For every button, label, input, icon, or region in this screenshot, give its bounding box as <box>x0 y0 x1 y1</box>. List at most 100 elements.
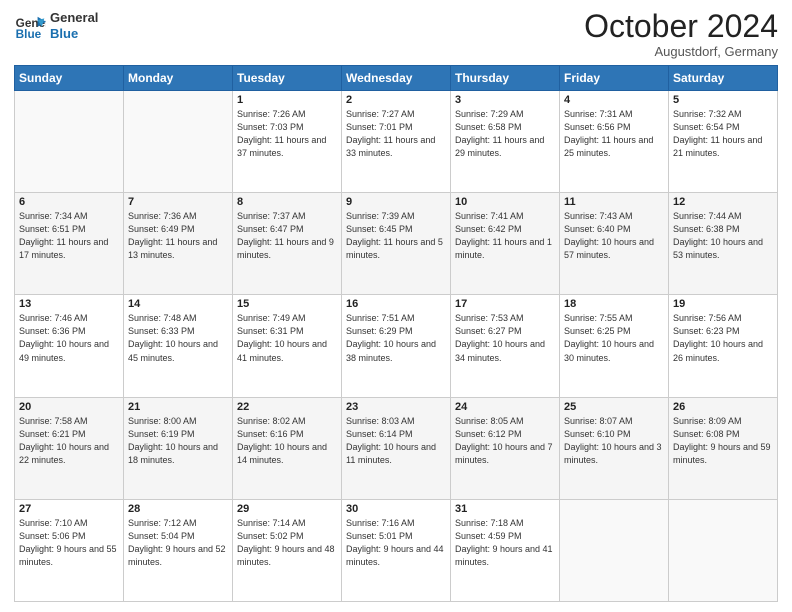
day-info: Sunrise: 7:26 AM Sunset: 7:03 PM Dayligh… <box>237 108 337 160</box>
day-number: 24 <box>455 401 555 413</box>
day-info: Sunrise: 8:00 AM Sunset: 6:19 PM Dayligh… <box>128 415 228 467</box>
day-info: Sunrise: 7:46 AM Sunset: 6:36 PM Dayligh… <box>19 312 119 364</box>
day-info: Sunrise: 7:14 AM Sunset: 5:02 PM Dayligh… <box>237 517 337 569</box>
logo-blue: Blue <box>50 26 98 42</box>
calendar-cell: 19 Sunrise: 7:56 AM Sunset: 6:23 PM Dayli… <box>669 295 778 397</box>
day-info: Sunrise: 8:02 AM Sunset: 6:16 PM Dayligh… <box>237 415 337 467</box>
calendar-cell: 16 Sunrise: 7:51 AM Sunset: 6:29 PM Dayli… <box>342 295 451 397</box>
calendar-cell: 27 Sunrise: 7:10 AM Sunset: 5:06 PM Dayli… <box>15 499 124 601</box>
day-number: 3 <box>455 94 555 106</box>
logo-icon: General Blue <box>14 10 46 42</box>
day-info: Sunrise: 7:43 AM Sunset: 6:40 PM Dayligh… <box>564 210 664 262</box>
calendar-cell: 29 Sunrise: 7:14 AM Sunset: 5:02 PM Dayli… <box>233 499 342 601</box>
calendar-header-saturday: Saturday <box>669 66 778 91</box>
calendar-cell <box>124 91 233 193</box>
logo: General Blue General Blue <box>14 10 98 42</box>
day-number: 20 <box>19 401 119 413</box>
day-number: 26 <box>673 401 773 413</box>
calendar-cell: 26 Sunrise: 8:09 AM Sunset: 6:08 PM Dayli… <box>669 397 778 499</box>
day-number: 22 <box>237 401 337 413</box>
day-number: 13 <box>19 298 119 310</box>
day-number: 4 <box>564 94 664 106</box>
calendar-week-4: 20 Sunrise: 7:58 AM Sunset: 6:21 PM Dayli… <box>15 397 778 499</box>
day-number: 19 <box>673 298 773 310</box>
day-info: Sunrise: 7:49 AM Sunset: 6:31 PM Dayligh… <box>237 312 337 364</box>
calendar-cell: 3Sunrise: 7:29 AM Sunset: 6:58 PM Daylig… <box>451 91 560 193</box>
day-info: Sunrise: 7:10 AM Sunset: 5:06 PM Dayligh… <box>19 517 119 569</box>
day-info: Sunrise: 7:39 AM Sunset: 6:45 PM Dayligh… <box>346 210 446 262</box>
day-number: 10 <box>455 196 555 208</box>
day-number: 16 <box>346 298 446 310</box>
calendar-cell: 8Sunrise: 7:37 AM Sunset: 6:47 PM Daylig… <box>233 193 342 295</box>
calendar-cell: 21Sunrise: 8:00 AM Sunset: 6:19 PM Dayli… <box>124 397 233 499</box>
calendar-cell: 15 Sunrise: 7:49 AM Sunset: 6:31 PM Dayli… <box>233 295 342 397</box>
calendar-header-tuesday: Tuesday <box>233 66 342 91</box>
location: Augustdorf, Germany <box>584 44 778 59</box>
calendar-cell: 2 Sunrise: 7:27 AM Sunset: 7:01 PM Daylig… <box>342 91 451 193</box>
day-number: 29 <box>237 503 337 515</box>
calendar-cell: 1 Sunrise: 7:26 AM Sunset: 7:03 PM Daylig… <box>233 91 342 193</box>
day-info: Sunrise: 7:53 AM Sunset: 6:27 PM Dayligh… <box>455 312 555 364</box>
calendar-header-friday: Friday <box>560 66 669 91</box>
svg-text:Blue: Blue <box>16 28 42 41</box>
calendar-cell: 22 Sunrise: 8:02 AM Sunset: 6:16 PM Dayli… <box>233 397 342 499</box>
day-info: Sunrise: 7:27 AM Sunset: 7:01 PM Dayligh… <box>346 108 446 160</box>
month-title: October 2024 <box>584 10 778 42</box>
day-info: Sunrise: 7:31 AM Sunset: 6:56 PM Dayligh… <box>564 108 664 160</box>
calendar-cell: 13 Sunrise: 7:46 AM Sunset: 6:36 PM Dayli… <box>15 295 124 397</box>
day-number: 27 <box>19 503 119 515</box>
day-info: Sunrise: 8:09 AM Sunset: 6:08 PM Dayligh… <box>673 415 773 467</box>
calendar-table: SundayMondayTuesdayWednesdayThursdayFrid… <box>14 65 778 602</box>
calendar-week-3: 13 Sunrise: 7:46 AM Sunset: 6:36 PM Dayli… <box>15 295 778 397</box>
calendar-cell <box>560 499 669 601</box>
calendar-cell: 10 Sunrise: 7:41 AM Sunset: 6:42 PM Dayli… <box>451 193 560 295</box>
logo-general: General <box>50 10 98 26</box>
calendar-cell: 24 Sunrise: 8:05 AM Sunset: 6:12 PM Dayli… <box>451 397 560 499</box>
day-number: 5 <box>673 94 773 106</box>
day-info: Sunrise: 7:41 AM Sunset: 6:42 PM Dayligh… <box>455 210 555 262</box>
header: General Blue General Blue October 2024 A… <box>14 10 778 59</box>
calendar-cell: 30Sunrise: 7:16 AM Sunset: 5:01 PM Dayli… <box>342 499 451 601</box>
day-info: Sunrise: 7:48 AM Sunset: 6:33 PM Dayligh… <box>128 312 228 364</box>
day-number: 12 <box>673 196 773 208</box>
day-info: Sunrise: 7:44 AM Sunset: 6:38 PM Dayligh… <box>673 210 773 262</box>
day-number: 9 <box>346 196 446 208</box>
calendar-cell: 4 Sunrise: 7:31 AM Sunset: 6:56 PM Daylig… <box>560 91 669 193</box>
calendar-header-row: SundayMondayTuesdayWednesdayThursdayFrid… <box>15 66 778 91</box>
calendar-cell: 11 Sunrise: 7:43 AM Sunset: 6:40 PM Dayli… <box>560 193 669 295</box>
day-number: 31 <box>455 503 555 515</box>
day-info: Sunrise: 7:55 AM Sunset: 6:25 PM Dayligh… <box>564 312 664 364</box>
calendar-cell: 5Sunrise: 7:32 AM Sunset: 6:54 PM Daylig… <box>669 91 778 193</box>
day-number: 18 <box>564 298 664 310</box>
day-number: 28 <box>128 503 228 515</box>
day-number: 1 <box>237 94 337 106</box>
calendar-cell <box>15 91 124 193</box>
day-info: Sunrise: 7:56 AM Sunset: 6:23 PM Dayligh… <box>673 312 773 364</box>
calendar-week-2: 6Sunrise: 7:34 AM Sunset: 6:51 PM Daylig… <box>15 193 778 295</box>
day-number: 6 <box>19 196 119 208</box>
calendar-cell: 23Sunrise: 8:03 AM Sunset: 6:14 PM Dayli… <box>342 397 451 499</box>
day-info: Sunrise: 7:51 AM Sunset: 6:29 PM Dayligh… <box>346 312 446 364</box>
day-info: Sunrise: 8:07 AM Sunset: 6:10 PM Dayligh… <box>564 415 664 467</box>
page: General Blue General Blue October 2024 A… <box>0 0 792 612</box>
calendar-cell: 12 Sunrise: 7:44 AM Sunset: 6:38 PM Dayli… <box>669 193 778 295</box>
day-number: 25 <box>564 401 664 413</box>
day-info: Sunrise: 7:58 AM Sunset: 6:21 PM Dayligh… <box>19 415 119 467</box>
calendar-header-wednesday: Wednesday <box>342 66 451 91</box>
day-number: 8 <box>237 196 337 208</box>
day-number: 2 <box>346 94 446 106</box>
calendar-cell: 17 Sunrise: 7:53 AM Sunset: 6:27 PM Dayli… <box>451 295 560 397</box>
day-number: 30 <box>346 503 446 515</box>
calendar-cell: 18 Sunrise: 7:55 AM Sunset: 6:25 PM Dayli… <box>560 295 669 397</box>
calendar-cell: 28 Sunrise: 7:12 AM Sunset: 5:04 PM Dayli… <box>124 499 233 601</box>
day-number: 17 <box>455 298 555 310</box>
calendar-cell: 14 Sunrise: 7:48 AM Sunset: 6:33 PM Dayli… <box>124 295 233 397</box>
day-number: 15 <box>237 298 337 310</box>
calendar-week-1: 1 Sunrise: 7:26 AM Sunset: 7:03 PM Daylig… <box>15 91 778 193</box>
day-info: Sunrise: 7:12 AM Sunset: 5:04 PM Dayligh… <box>128 517 228 569</box>
day-number: 11 <box>564 196 664 208</box>
day-info: Sunrise: 8:03 AM Sunset: 6:14 PM Dayligh… <box>346 415 446 467</box>
day-info: Sunrise: 8:05 AM Sunset: 6:12 PM Dayligh… <box>455 415 555 467</box>
day-number: 14 <box>128 298 228 310</box>
title-block: October 2024 Augustdorf, Germany <box>584 10 778 59</box>
